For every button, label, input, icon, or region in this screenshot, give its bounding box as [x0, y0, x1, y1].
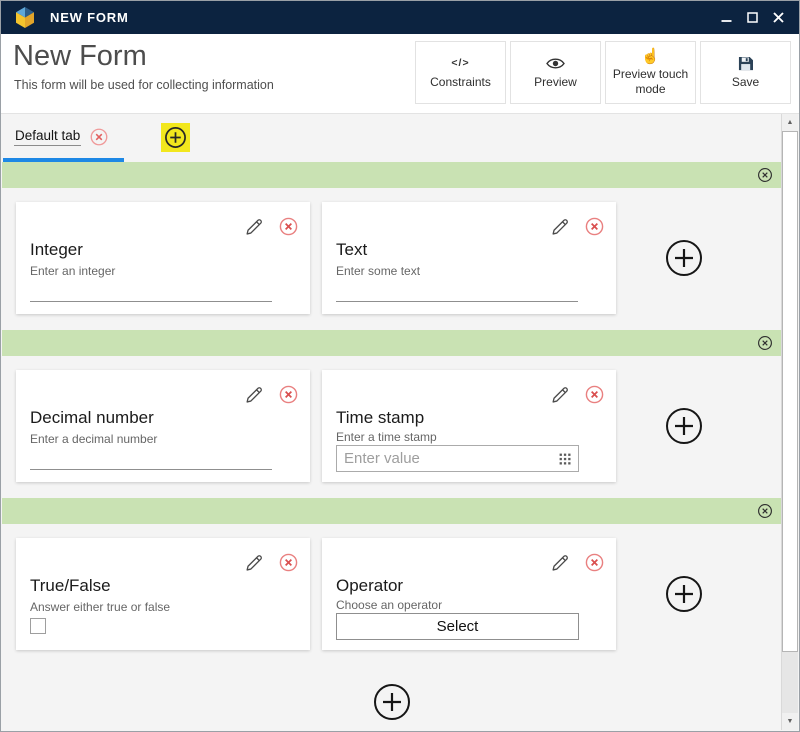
keypad-grid-icon[interactable]	[559, 453, 571, 465]
touch-hand-icon: ☝	[641, 48, 660, 64]
plus-circle-icon	[665, 575, 703, 613]
tab-bar: Default tab	[2, 115, 781, 162]
eye-icon	[546, 56, 565, 72]
field-card-integer: Integer Enter an integer	[16, 202, 310, 314]
remove-section-icon[interactable]	[757, 503, 773, 519]
form-section: True/False Answer either true or false O…	[2, 498, 781, 666]
field-description: Enter a decimal number	[30, 432, 157, 446]
edit-field-icon[interactable]	[244, 384, 265, 405]
plus-circle-icon	[665, 407, 703, 445]
delete-field-icon[interactable]	[585, 217, 604, 236]
edit-field-icon[interactable]	[244, 216, 265, 237]
preview-touch-mode-button[interactable]: ☝ Preview touch mode	[605, 41, 696, 104]
close-button[interactable]	[765, 5, 791, 31]
app-logo-icon	[13, 6, 37, 29]
scroll-up-arrow[interactable]: ▲	[782, 114, 798, 131]
field-input-underline	[30, 469, 272, 470]
tab-default-label[interactable]: Default tab	[14, 128, 81, 146]
page-subtitle: This form will be used for collecting in…	[14, 78, 274, 92]
field-title: Decimal number	[30, 408, 154, 428]
maximize-button[interactable]	[739, 5, 765, 31]
constraints-button-label: Constraints	[430, 75, 491, 90]
truefalse-checkbox[interactable]	[30, 618, 46, 634]
form-section: Decimal number Enter a decimal number Ti…	[2, 330, 781, 498]
scroll-down-arrow[interactable]: ▼	[782, 713, 798, 730]
preview-button[interactable]: Preview	[510, 41, 601, 104]
field-title: Text	[336, 240, 367, 260]
delete-field-icon[interactable]	[279, 217, 298, 236]
edit-field-icon[interactable]	[550, 384, 571, 405]
fields-row: Integer Enter an integer Text Enter s	[2, 188, 781, 330]
toolbar: </> Constraints Preview ☝ Preview touch …	[415, 41, 791, 104]
delete-field-icon[interactable]	[279, 553, 298, 572]
timestamp-value-input[interactable]: Enter value	[336, 445, 579, 472]
form-section: Integer Enter an integer Text Enter s	[2, 162, 781, 330]
form-designer-area: Default tab	[2, 115, 781, 730]
field-description: Enter an integer	[30, 264, 115, 278]
minimize-button[interactable]	[713, 5, 739, 31]
fields-row: Decimal number Enter a decimal number Ti…	[2, 356, 781, 498]
form-header: New Form This form will be used for coll…	[1, 34, 799, 114]
constraints-button[interactable]: </> Constraints	[415, 41, 506, 104]
add-field-button[interactable]	[665, 239, 703, 277]
field-input-underline	[336, 301, 578, 302]
section-header-band	[2, 498, 781, 524]
section-header-band	[2, 330, 781, 356]
add-tab-button[interactable]	[161, 123, 190, 152]
vertical-scrollbar[interactable]: ▲ ▼	[781, 114, 798, 730]
remove-section-icon[interactable]	[757, 335, 773, 351]
page-title: New Form	[13, 40, 147, 73]
remove-section-icon[interactable]	[757, 167, 773, 183]
field-card-text: Text Enter some text	[322, 202, 616, 314]
field-title: True/False	[30, 576, 111, 596]
edit-field-icon[interactable]	[550, 552, 571, 573]
add-section-button[interactable]	[373, 683, 411, 721]
field-description: Enter some text	[336, 264, 420, 278]
field-description: Enter a time stamp	[336, 430, 437, 444]
field-title: Operator	[336, 576, 403, 596]
add-field-button[interactable]	[665, 575, 703, 613]
fields-row: True/False Answer either true or false O…	[2, 524, 781, 666]
field-description: Answer either true or false	[30, 600, 170, 614]
save-icon	[738, 56, 753, 72]
app-window: NEW FORM New Form This form will be used…	[0, 0, 800, 732]
edit-field-icon[interactable]	[550, 216, 571, 237]
timestamp-input-placeholder: Enter value	[344, 450, 559, 467]
code-icon: </>	[451, 56, 469, 72]
save-button-label: Save	[732, 75, 759, 90]
field-card-operator: Operator Choose an operator Select	[322, 538, 616, 650]
window-title: NEW FORM	[50, 10, 129, 25]
plus-circle-icon	[373, 683, 411, 721]
add-field-button[interactable]	[665, 407, 703, 445]
field-card-decimal: Decimal number Enter a decimal number	[16, 370, 310, 482]
field-card-truefalse: True/False Answer either true or false	[16, 538, 310, 650]
field-input-underline	[30, 301, 272, 302]
bottom-add-row	[2, 666, 781, 721]
delete-field-icon[interactable]	[585, 385, 604, 404]
operator-select-button[interactable]: Select	[336, 613, 579, 640]
delete-field-icon[interactable]	[585, 553, 604, 572]
field-title: Integer	[30, 240, 83, 260]
scrollbar-thumb[interactable]	[782, 131, 798, 652]
field-description: Choose an operator	[336, 598, 442, 612]
field-title: Time stamp	[336, 408, 424, 428]
save-button[interactable]: Save	[700, 41, 791, 104]
tab-default[interactable]: Default tab	[14, 128, 108, 146]
delete-field-icon[interactable]	[279, 385, 298, 404]
plus-circle-icon	[665, 239, 703, 277]
field-card-timestamp: Time stamp Enter a time stamp Enter valu…	[322, 370, 616, 482]
section-header-band	[2, 162, 781, 188]
titlebar: NEW FORM	[1, 1, 799, 34]
edit-field-icon[interactable]	[244, 552, 265, 573]
plus-circle-icon	[164, 126, 187, 149]
tab-close-icon[interactable]	[90, 128, 108, 146]
preview-touch-mode-label: Preview touch mode	[608, 67, 693, 97]
preview-button-label: Preview	[534, 75, 577, 90]
